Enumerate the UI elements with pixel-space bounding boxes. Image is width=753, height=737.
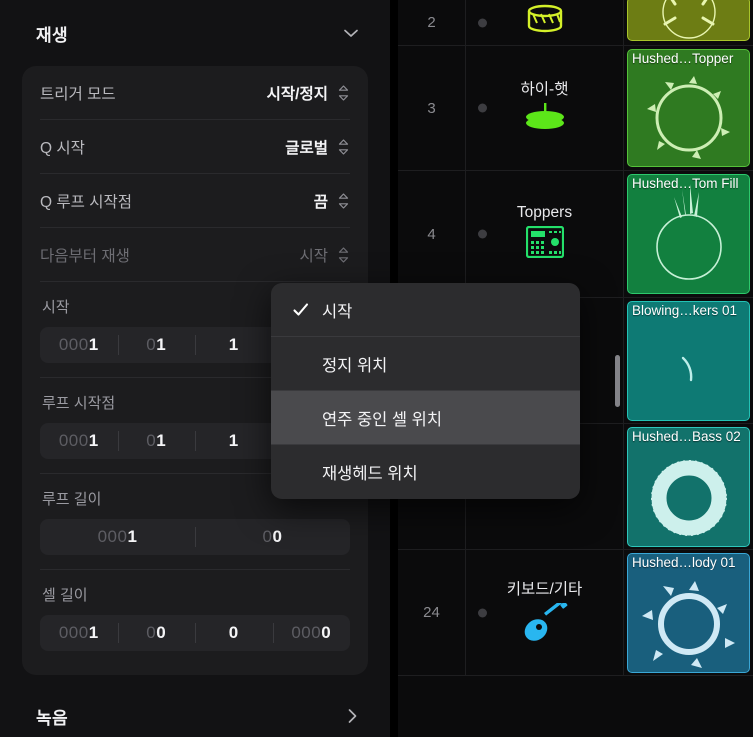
setting-value: 시작 bbox=[299, 247, 328, 265]
position-segment-division[interactable]: 1 bbox=[195, 423, 273, 459]
menu-item-label: 연주 중인 셀 위치 bbox=[322, 410, 443, 429]
clip-name: Blowing…kers 01 bbox=[632, 302, 738, 318]
stepper-updown-icon[interactable] bbox=[337, 245, 350, 265]
menu-item-stop-position[interactable]: 정지 위치 bbox=[271, 337, 580, 391]
length-segment-bars[interactable]: 000 1 bbox=[40, 519, 195, 555]
clip-name: Hushed…lody 01 bbox=[632, 554, 736, 570]
recording-label: 녹음 bbox=[36, 708, 68, 728]
stepper-updown-icon[interactable] bbox=[337, 137, 350, 157]
cell-length-input[interactable]: 000 1 00 0 000 0 bbox=[40, 615, 350, 651]
position-segment-bar[interactable]: 000 1 bbox=[40, 423, 118, 459]
clip[interactable]: Hushed…Topper bbox=[627, 49, 750, 167]
track-cell[interactable] bbox=[466, 0, 624, 45]
record-enable-dot[interactable] bbox=[478, 229, 487, 239]
position-segment-bar[interactable]: 000 1 bbox=[40, 327, 118, 363]
clip-cell[interactable]: Hushed…Tom Fill bbox=[624, 171, 753, 297]
recording-section-header[interactable]: 녹음 bbox=[0, 689, 390, 737]
clip[interactable]: Hushed…lody 01 bbox=[627, 552, 750, 673]
acoustic-guitar-icon bbox=[522, 600, 568, 649]
session-row[interactable]: 2 bbox=[398, 0, 753, 46]
track-name: Toppers bbox=[516, 204, 573, 221]
setting-value: 글로벌 bbox=[285, 139, 328, 157]
record-enable-dot[interactable] bbox=[478, 103, 487, 113]
stepper-updown-icon[interactable] bbox=[337, 191, 350, 211]
menu-item-playing-cell-position[interactable]: 연주 중인 셀 위치 bbox=[271, 391, 580, 445]
waveform-thumbnail bbox=[641, 580, 735, 668]
clip-cell[interactable] bbox=[624, 0, 753, 45]
setting-label: 트리거 모드 bbox=[40, 85, 116, 103]
page-title: 재생 bbox=[36, 25, 68, 45]
waveform-thumbnail bbox=[646, 76, 730, 159]
row-number: 3 bbox=[398, 46, 466, 170]
clip-cell[interactable]: Hushed…Bass 02 bbox=[624, 424, 753, 549]
setting-label: Q 시작 bbox=[40, 139, 85, 157]
setting-row-q-loop-start[interactable]: Q 루프 시작점 끔 bbox=[40, 174, 350, 228]
track-cell[interactable]: Toppers bbox=[466, 171, 624, 297]
setting-value: 시작/정지 bbox=[266, 85, 328, 103]
row-number: 24 bbox=[398, 550, 466, 675]
field-label: 셀 길이 bbox=[42, 587, 88, 604]
setting-row-trigger-mode[interactable]: 트리거 모드 시작/정지 bbox=[40, 66, 350, 120]
position-segment-division[interactable]: 1 bbox=[195, 327, 273, 363]
length-segment-beats[interactable]: 00 bbox=[117, 615, 196, 651]
waveform-thumbnail bbox=[661, 0, 716, 39]
setting-row-q-start[interactable]: Q 시작 글로벌 bbox=[40, 120, 350, 174]
field-group-cell-length: 셀 길이 000 1 00 0 000 0 bbox=[40, 570, 350, 665]
clip-name: Hushed…Bass 02 bbox=[632, 428, 741, 444]
row-number: 4 bbox=[398, 171, 466, 297]
clip-cell[interactable]: Hushed…Topper bbox=[624, 46, 753, 170]
session-row[interactable]: 3 하이-햇 Hushed…Topper bbox=[398, 46, 753, 171]
session-row[interactable]: 4 Toppers Hushed…Tom Fill bbox=[398, 171, 753, 298]
length-segment-bars[interactable]: 000 1 bbox=[40, 615, 118, 651]
menu-item-label: 정지 위치 bbox=[322, 356, 388, 375]
menu-item-label: 재생헤드 위치 bbox=[322, 465, 418, 483]
setting-label: 다음부터 재생 bbox=[40, 247, 130, 265]
position-segment-beat[interactable]: 01 bbox=[117, 327, 196, 363]
waveform-thumbnail bbox=[650, 459, 727, 536]
track-name: 키보드/기타 bbox=[506, 580, 583, 598]
stepper-updown-icon[interactable] bbox=[337, 83, 350, 103]
chevron-right-icon[interactable] bbox=[342, 706, 362, 726]
drum-machine-icon bbox=[525, 225, 564, 264]
checkmark-icon bbox=[292, 301, 314, 319]
menu-item-playhead-position[interactable]: 재생헤드 위치 bbox=[271, 445, 580, 499]
clip-cell[interactable]: Hushed…lody 01 bbox=[624, 550, 753, 675]
vertical-scrollbar[interactable] bbox=[615, 355, 620, 407]
row-number: 2 bbox=[398, 0, 466, 45]
setting-label: Q 루프 시작점 bbox=[40, 193, 132, 211]
length-segment-divisions[interactable]: 0 bbox=[195, 615, 273, 651]
chevron-down-icon[interactable] bbox=[340, 22, 362, 44]
loop-length-input[interactable]: 000 1 00 bbox=[40, 519, 350, 555]
length-segment-beats[interactable]: 00 bbox=[195, 519, 350, 555]
clip[interactable] bbox=[627, 0, 750, 41]
hihat-cymbal-icon bbox=[523, 103, 567, 139]
track-cell[interactable]: 하이-햇 bbox=[466, 46, 624, 170]
menu-item-start[interactable]: 시작 bbox=[271, 283, 580, 337]
setting-value: 끔 bbox=[313, 193, 328, 211]
menu-item-label: 시작 bbox=[322, 302, 353, 321]
clip[interactable]: Hushed…Bass 02 bbox=[627, 426, 750, 547]
record-enable-dot[interactable] bbox=[478, 608, 487, 617]
clip-name: Hushed…Topper bbox=[632, 51, 734, 66]
length-segment-ticks[interactable]: 000 0 bbox=[272, 615, 351, 651]
session-row[interactable]: 24 키보드/기타 Hushed…lody 01 bbox=[398, 550, 753, 676]
position-segment-beat[interactable]: 01 bbox=[117, 423, 196, 459]
app-root: 재생 트리거 모드 시작/정지 Q 시작 글로벌 Q 루프 시작점 끔 다음부터… bbox=[0, 0, 753, 737]
waveform-thumbnail bbox=[681, 356, 692, 381]
setting-row-play-from[interactable]: 다음부터 재생 시작 bbox=[40, 228, 350, 282]
playback-section-header[interactable]: 재생 bbox=[0, 0, 390, 66]
clip[interactable]: Hushed…Tom Fill bbox=[627, 174, 750, 294]
clip-name: Hushed…Tom Fill bbox=[632, 176, 739, 191]
track-name: 하이-햇 bbox=[520, 81, 569, 98]
record-enable-dot[interactable] bbox=[478, 18, 487, 27]
waveform-thumbnail bbox=[655, 184, 722, 280]
clip-cell[interactable]: Blowing…kers 01 bbox=[624, 298, 753, 423]
snare-drum-icon bbox=[524, 4, 566, 42]
clip[interactable]: Blowing…kers 01 bbox=[627, 300, 750, 421]
play-from-dropdown-menu[interactable]: 시작 정지 위치 연주 중인 셀 위치 재생헤드 위치 bbox=[271, 283, 580, 499]
track-cell[interactable]: 키보드/기타 bbox=[466, 550, 624, 675]
